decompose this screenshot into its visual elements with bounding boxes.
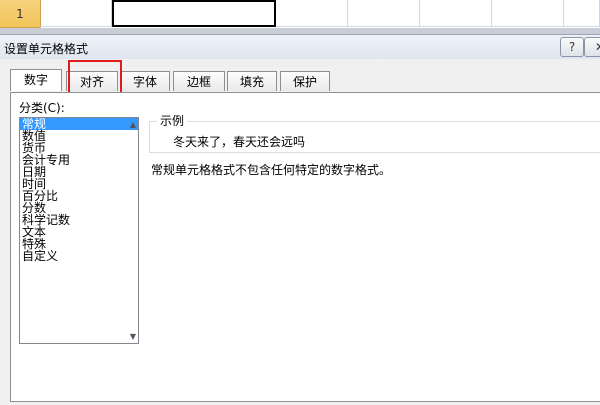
format-cells-dialog: 设置单元格格式 ? ✕ 数字 对齐 字体 边框 填充 保护 分类(C): 常规 … (0, 34, 600, 405)
scroll-up-icon[interactable]: ▲ (130, 120, 136, 129)
tab-border[interactable]: 边框 (173, 71, 225, 91)
cell[interactable] (492, 0, 564, 27)
close-button[interactable]: ✕ (584, 37, 600, 57)
cell[interactable] (564, 0, 600, 27)
scroll-down-icon[interactable]: ▼ (130, 332, 136, 341)
category-item[interactable]: 自定义 (20, 250, 138, 262)
dialog-title: 设置单元格格式 (4, 42, 89, 56)
sample-value: 冬天来了，春天还会远吗 (173, 135, 306, 149)
tab-font[interactable]: 字体 (120, 71, 170, 91)
number-tab-panel: 分类(C): 常规 数值 货币 会计专用 日期 时间 百分比 分数 科学记数 文… (10, 92, 600, 402)
tab-protection[interactable]: 保护 (280, 71, 330, 91)
cell[interactable] (276, 0, 348, 27)
tab-fill[interactable]: 填充 (227, 71, 277, 91)
sample-legend: 示例 (157, 112, 188, 129)
row-number: 1 (16, 6, 24, 21)
category-label: 分类(C): (19, 101, 65, 115)
spreadsheet-strip: 1 (0, 0, 600, 34)
help-icon: ? (568, 40, 576, 54)
format-description: 常规单元格格式不包含任何特定的数字格式。 (151, 163, 392, 177)
dialog-titlebar[interactable]: 设置单元格格式 ? ✕ (0, 35, 600, 59)
category-listbox[interactable]: 常规 数值 货币 会计专用 日期 时间 百分比 分数 科学记数 文本 特殊 自定… (19, 117, 139, 344)
selected-cell[interactable] (112, 0, 276, 27)
row-header[interactable]: 1 (0, 0, 41, 28)
tab-number[interactable]: 数字 (10, 69, 62, 91)
help-button[interactable]: ? (560, 37, 584, 57)
cell[interactable] (348, 0, 420, 27)
cell[interactable] (40, 0, 112, 27)
cell[interactable] (420, 0, 492, 27)
close-icon: ✕ (595, 40, 600, 54)
